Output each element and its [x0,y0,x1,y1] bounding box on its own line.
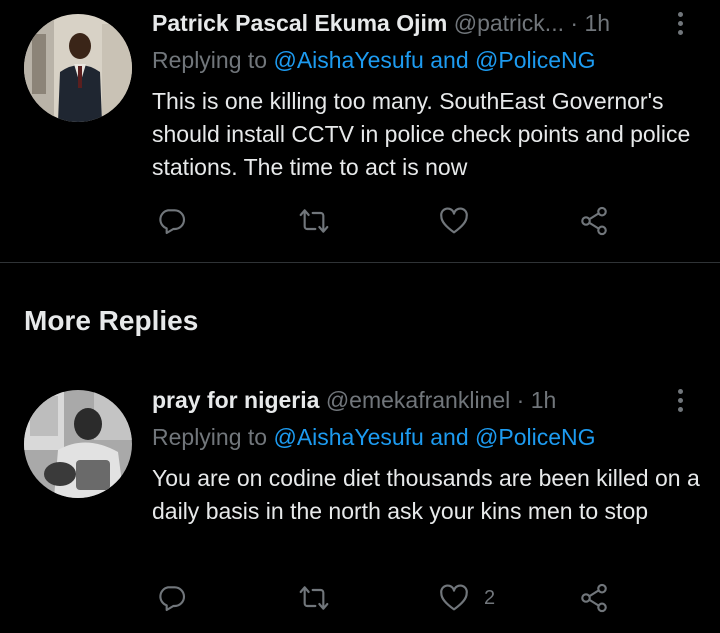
share-button[interactable] [578,581,610,615]
replying-to: Replying to @AishaYesufu and @PoliceNG [152,423,596,451]
mention-link[interactable]: @AishaYesufu [273,47,423,73]
mention-link[interactable]: @PoliceNG [475,424,596,450]
mention-conjunction: and [423,47,476,73]
retweet-button[interactable] [298,204,330,238]
reply-icon [159,586,186,612]
reply-button[interactable] [156,204,188,238]
avatar-patrick[interactable] [24,14,132,122]
heart-icon [440,207,468,234]
more-replies-heading: More Replies [24,305,199,336]
display-name[interactable]: pray for nigeria [152,387,319,413]
separator-dot: · [516,387,525,413]
mention-link[interactable]: @PoliceNG [475,47,596,73]
timestamp[interactable]: 1h [584,10,610,36]
retweet-icon [299,586,329,610]
like-button[interactable]: 2 [438,581,495,615]
retweet-button[interactable] [298,581,330,615]
heart-icon [440,584,468,611]
tweet-actions: 2 [152,581,632,615]
tweet-2[interactable]: pray for nigeria @emekafranklinel · 1h R… [0,372,720,633]
tweet-header: pray for nigeria @emekafranklinel · 1h [152,386,556,414]
tweet-header: Patrick Pascal Ekuma Ojim @patrick... · … [152,9,610,37]
share-icon [581,206,607,236]
share-icon [581,583,607,613]
user-handle[interactable]: @patrick... [454,10,564,36]
tweet-actions [152,204,632,238]
tweet-text: This is one killing too many. SouthEast … [152,88,691,180]
separator-dot: · [570,10,579,36]
avatar-image [24,14,132,122]
more-options-button[interactable] [670,386,690,414]
user-handle[interactable]: @emekafranklinel [326,387,510,413]
replying-prefix: Replying to [152,47,274,73]
display-name[interactable]: Patrick Pascal Ekuma Ojim [152,10,447,36]
reply-icon [159,209,186,235]
replying-prefix: Replying to [152,424,274,450]
avatar-pray-for-nigeria[interactable] [24,390,132,498]
share-button[interactable] [578,204,610,238]
mention-conjunction: and [423,424,476,450]
avatar-image [24,390,132,498]
like-count: 2 [484,586,496,609]
more-vertical-icon [677,11,683,17]
reply-button[interactable] [156,581,188,615]
more-options-button[interactable] [670,9,690,37]
replying-to: Replying to @AishaYesufu and @PoliceNG [152,46,596,74]
like-button[interactable] [438,204,484,238]
retweet-icon [299,209,329,233]
tweet-1[interactable]: Patrick Pascal Ekuma Ojim @patrick... · … [0,0,720,262]
tweet-text: You are on codine diet thousands are bee… [152,465,700,524]
more-vertical-icon [677,388,683,394]
mention-link[interactable]: @AishaYesufu [273,424,423,450]
divider [0,262,720,263]
timestamp[interactable]: 1h [531,387,557,413]
